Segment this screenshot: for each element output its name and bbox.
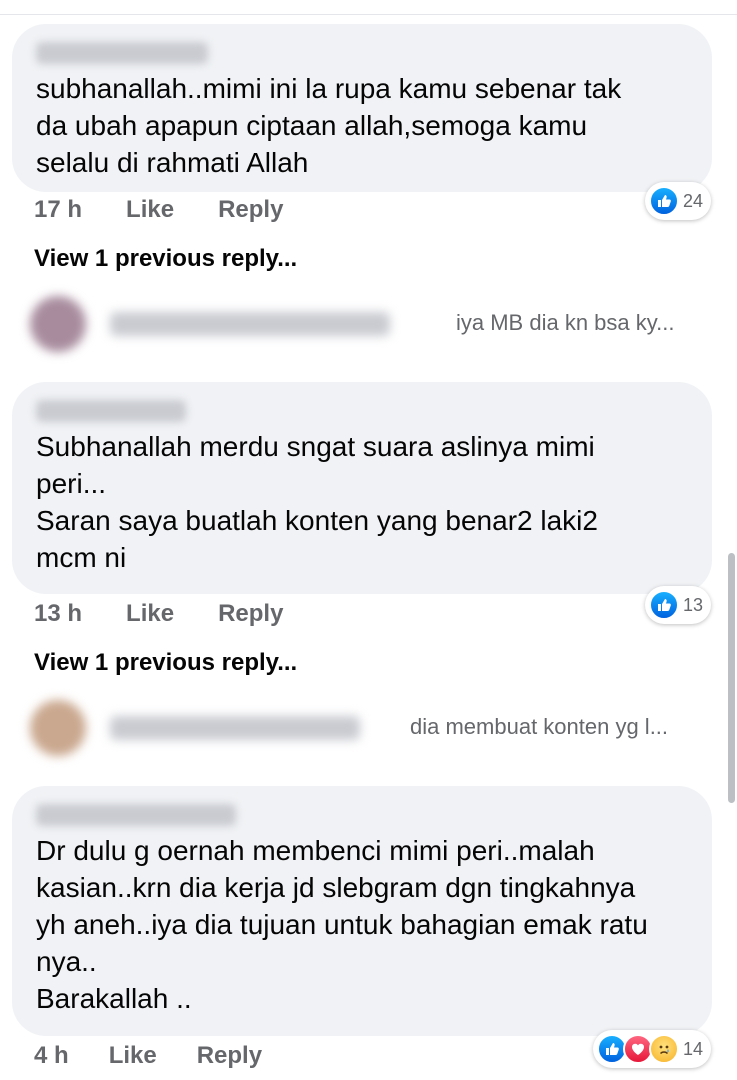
- comment-actions: 13 h Like Reply: [34, 600, 283, 628]
- reply-preview-text: dia membuat konten yg l...: [410, 714, 669, 739]
- reaction-summary[interactable]: 14: [592, 1030, 711, 1068]
- reaction-count: 14: [682, 1038, 703, 1059]
- comment-timestamp[interactable]: 4 h: [34, 1042, 69, 1070]
- commenter-name-blurred[interactable]: [36, 400, 186, 422]
- reply-preview-row[interactable]: iya MB dia kn bsa ky...: [30, 296, 710, 356]
- top-divider: [0, 14, 737, 15]
- replier-name-blurred: [110, 312, 390, 336]
- reply-button[interactable]: Reply: [197, 1042, 262, 1070]
- view-previous-replies-link[interactable]: View 1 previous reply...: [34, 245, 297, 273]
- like-reaction-icon: [648, 590, 679, 620]
- like-button[interactable]: Like: [109, 1042, 157, 1070]
- replier-name-blurred: [110, 716, 360, 740]
- like-button[interactable]: Like: [126, 196, 174, 224]
- commenter-name-blurred[interactable]: [36, 42, 208, 64]
- reply-button[interactable]: Reply: [218, 600, 283, 628]
- comment-actions: 4 h Like Reply: [34, 1042, 262, 1070]
- comment-bubble: subhanallah..mimi ini la rupa kamu seben…: [12, 24, 712, 192]
- avatar: [30, 296, 86, 352]
- view-previous-replies-link[interactable]: View 1 previous reply...: [34, 649, 297, 677]
- reply-preview-row[interactable]: dia membuat konten yg l...: [30, 700, 710, 760]
- like-button[interactable]: Like: [126, 600, 174, 628]
- scrollbar[interactable]: [728, 553, 735, 803]
- reaction-summary[interactable]: 13: [644, 586, 711, 624]
- comment-timestamp[interactable]: 13 h: [34, 600, 82, 628]
- reply-preview-text: iya MB dia kn bsa ky...: [456, 310, 675, 335]
- sad-face-reaction-icon: [648, 1034, 679, 1064]
- reaction-count: 13: [682, 594, 703, 615]
- comment-timestamp[interactable]: 17 h: [34, 196, 82, 224]
- comment-text: Subhanallah merdu sngat suara aslinya mi…: [36, 431, 598, 573]
- comment-bubble: Dr dulu g oernah membenci mimi peri..mal…: [12, 786, 712, 1036]
- commenter-name-blurred[interactable]: [36, 804, 236, 826]
- reaction-summary[interactable]: 24: [644, 182, 711, 220]
- comment-text: subhanallah..mimi ini la rupa kamu seben…: [36, 73, 622, 178]
- comment-text: Dr dulu g oernah membenci mimi peri..mal…: [36, 835, 648, 1014]
- comment-bubble: Subhanallah merdu sngat suara aslinya mi…: [12, 382, 712, 594]
- reaction-count: 24: [682, 190, 703, 211]
- comment-actions: 17 h Like Reply: [34, 196, 283, 224]
- reply-button[interactable]: Reply: [218, 196, 283, 224]
- avatar: [30, 700, 86, 756]
- like-reaction-icon: [648, 186, 679, 216]
